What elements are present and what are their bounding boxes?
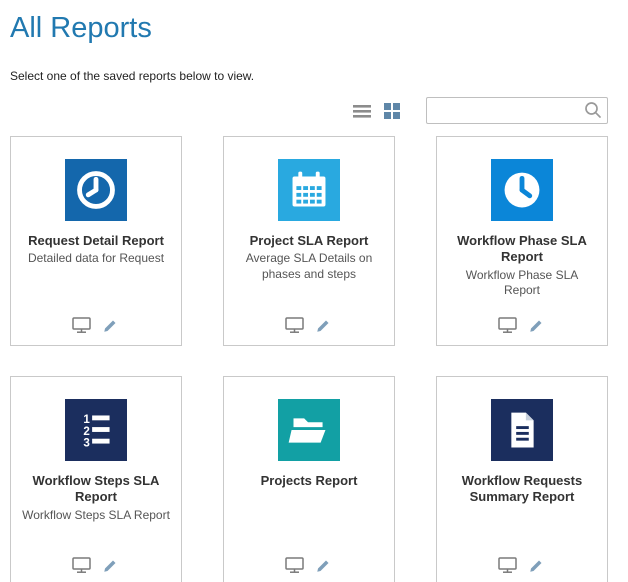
report-subtitle: Detailed data for Request: [18, 251, 174, 267]
report-card-project-sla[interactable]: Project SLA Report Average SLA Details o…: [223, 136, 395, 346]
view-report-icon[interactable]: [285, 317, 304, 334]
reports-grid: Request Detail Report Detailed data for …: [10, 136, 618, 582]
page-title: All Reports: [10, 12, 618, 45]
search-input[interactable]: [426, 97, 608, 124]
report-card-workflow-steps-sla[interactable]: 123 Workflow Steps SLA Report Workflow S…: [10, 376, 182, 582]
page-subtitle: Select one of the saved reports below to…: [10, 69, 618, 83]
calendar-icon: [278, 159, 340, 221]
card-actions: [498, 317, 546, 334]
edit-report-icon[interactable]: [527, 317, 546, 334]
report-title: Workflow Requests Summary Report: [437, 473, 607, 506]
report-title: Request Detail Report: [20, 233, 172, 249]
list-view-icon[interactable]: [352, 101, 372, 121]
all-reports-page: All Reports Select one of the saved repo…: [0, 0, 628, 582]
toolbar: [10, 97, 608, 124]
edit-report-icon[interactable]: [101, 317, 120, 334]
report-title: Workflow Phase SLA Report: [437, 233, 607, 266]
card-actions: [72, 317, 120, 334]
report-title: Project SLA Report: [242, 233, 377, 249]
report-title: Workflow Steps SLA Report: [11, 473, 181, 506]
report-title: Projects Report: [253, 473, 366, 489]
card-actions: [285, 317, 333, 334]
grid-view-icon[interactable]: [382, 101, 402, 121]
folder-icon: [278, 399, 340, 461]
edit-report-icon[interactable]: [314, 557, 333, 574]
numbered-list-icon: 123: [65, 399, 127, 461]
report-card-workflow-requests-summary[interactable]: Workflow Requests Summary Report: [436, 376, 608, 582]
view-report-icon[interactable]: [72, 557, 91, 574]
document-icon: [491, 399, 553, 461]
report-subtitle: Workflow Steps SLA Report: [12, 508, 180, 524]
report-subtitle: Average SLA Details on phases and steps: [224, 251, 394, 282]
card-actions: [72, 557, 120, 574]
edit-report-icon[interactable]: [314, 317, 333, 334]
card-actions: [285, 557, 333, 574]
edit-report-icon[interactable]: [527, 557, 546, 574]
svg-text:3: 3: [83, 436, 90, 449]
card-actions: [498, 557, 546, 574]
report-card-projects[interactable]: Projects Report: [223, 376, 395, 582]
view-report-icon[interactable]: [285, 557, 304, 574]
report-card-request-detail[interactable]: Request Detail Report Detailed data for …: [10, 136, 182, 346]
view-report-icon[interactable]: [498, 317, 517, 334]
clock-outline-icon: [65, 159, 127, 221]
clock-solid-icon: [491, 159, 553, 221]
search-icon[interactable]: [583, 100, 603, 120]
search-box: [426, 97, 608, 124]
report-card-workflow-phase-sla[interactable]: Workflow Phase SLA Report Workflow Phase…: [436, 136, 608, 346]
report-subtitle: Workflow Phase SLA Report: [437, 268, 607, 299]
view-report-icon[interactable]: [498, 557, 517, 574]
view-report-icon[interactable]: [72, 317, 91, 334]
edit-report-icon[interactable]: [101, 557, 120, 574]
